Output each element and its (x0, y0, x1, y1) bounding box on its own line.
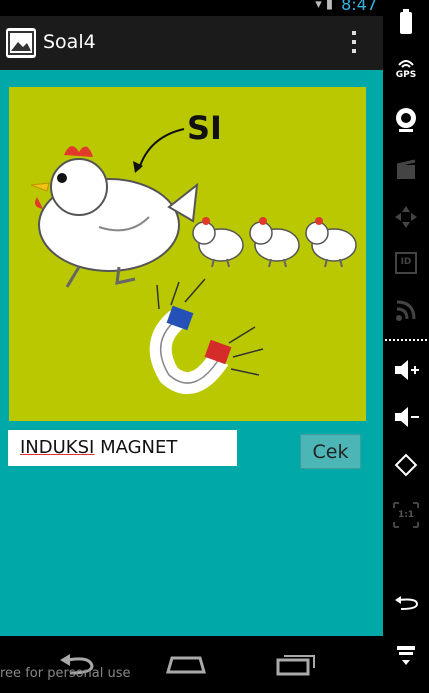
action-bar: Soal4 (0, 16, 383, 70)
answer-text: MAGNET (94, 437, 178, 458)
dpad-icon[interactable] (391, 202, 421, 232)
image-caption: SI (187, 109, 222, 147)
overflow-menu-icon[interactable] (351, 31, 357, 55)
volume-up-icon[interactable] (391, 355, 421, 385)
gps-label: GPS (395, 70, 417, 80)
status-bar: ▾ ▮ 8:47 (0, 0, 383, 16)
volume-down-icon[interactable] (391, 402, 421, 432)
answer-text-underlined: INDUKSI (20, 437, 95, 458)
menu-icon[interactable] (391, 638, 421, 668)
question-image: SI (9, 87, 366, 421)
video-icon[interactable] (391, 155, 421, 185)
wifi-battery-icons: ▾ ▮ (315, 0, 333, 12)
emulator-side-panel: GPS ID 1:1 (383, 0, 429, 689)
recent-apps-icon[interactable] (276, 655, 315, 676)
app-title: Soal4 (43, 31, 96, 53)
camera-icon[interactable] (391, 104, 421, 134)
watermark-text: ree for personal use (0, 666, 131, 681)
app-icon[interactable] (6, 28, 36, 58)
scale-label: 1:1 (397, 510, 415, 520)
answer-input[interactable]: INDUKSI MAGNET (8, 430, 237, 466)
navigation-bar (0, 636, 383, 689)
battery-icon[interactable] (391, 7, 421, 37)
divider (385, 339, 427, 341)
rss-icon[interactable] (391, 295, 421, 325)
home-icon[interactable] (166, 656, 206, 674)
back-icon[interactable] (391, 588, 421, 618)
main-content: SI INDUKSI MAGNET Cek (0, 70, 383, 636)
id-label: ID (400, 257, 412, 267)
status-clock: 8:47 (341, 0, 377, 14)
check-button[interactable]: Cek (300, 434, 361, 469)
rotate-icon[interactable] (391, 450, 421, 480)
